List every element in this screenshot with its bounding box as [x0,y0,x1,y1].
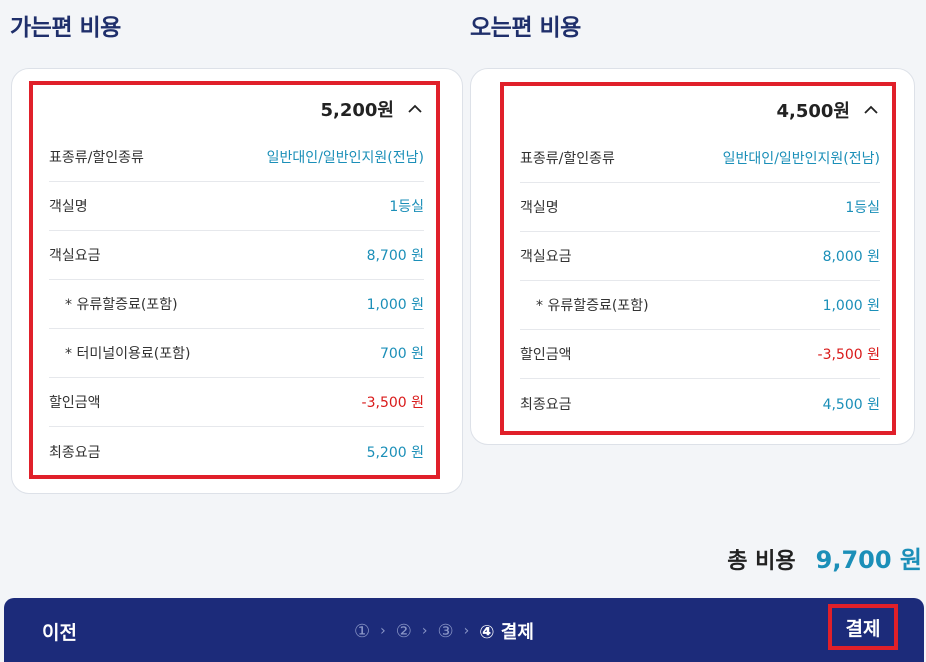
row-label: * 유류할증료(포함) [65,297,178,313]
total-cost: 총 비용 9,700 원 [727,540,922,575]
row-value: 1,000 원 [366,297,424,313]
fare-row-fuel-surcharge: * 유류할증료(포함) 1,000 원 [49,280,424,329]
bottom-nav-bar: 이전 ① › ② › ③ › ④ 결제 결제 [4,598,924,662]
prev-button[interactable]: 이전 [42,618,77,645]
row-label: * 유류할증료(포함) [536,298,649,314]
outbound-fare-detail: 5,200원 표종류/할인종류 일반대인/일반인지원(전남) 객실명 1등실 객실요… [29,81,440,479]
row-label: 표종류/할인종류 [520,151,615,167]
step-4-payment: ④ 결제 [479,622,534,643]
pay-button[interactable]: 결제 [828,604,898,650]
inbound-fare-detail: 4,500원 표종류/할인종류 일반대인/일반인지원(전남) 객실명 1등실 객실요… [500,82,896,435]
row-value: 일반대인/일반인지원(전남) [266,150,424,166]
row-value: 8,700 원 [366,248,424,264]
fare-row-discount: 할인금액 -3,500 원 [520,330,880,379]
row-label: 할인금액 [49,395,101,411]
row-value: 700 원 [379,346,424,362]
inbound-amount: 4,500원 [776,101,851,122]
fare-row-terminal-fee: * 터미널이용료(포함) 700 원 [49,329,424,378]
row-label: * 터미널이용료(포함) [65,346,191,362]
step-indicator: ① › ② › ③ › ④ 결제 [354,618,534,644]
row-value: 1,000 원 [822,298,880,314]
row-label: 객실명 [520,200,559,216]
chevron-right-icon: › [380,623,386,639]
row-value: 1등실 [389,199,424,215]
row-value: 4,500 원 [822,396,880,413]
row-label: 최종요금 [520,396,572,413]
fare-row-room-fare: 객실요금 8,000 원 [520,232,880,281]
row-value: -3,500 원 [361,395,424,411]
row-value: 5,200 원 [366,444,424,461]
fare-row-final: 최종요금 5,200 원 [49,427,424,476]
chevron-up-icon[interactable] [406,100,424,118]
row-value: 8,000 원 [822,249,880,265]
step-2: ② [395,620,412,642]
fare-row-room: 객실명 1등실 [49,182,424,231]
row-label: 최종요금 [49,444,101,461]
row-label: 객실요금 [520,249,572,265]
inbound-title: 오는편 비용 [470,15,581,41]
chevron-up-icon[interactable] [862,101,880,119]
fare-row-room: 객실명 1등실 [520,183,880,232]
fare-row-ticket-type: 표종류/할인종류 일반대인/일반인지원(전남) [520,134,880,183]
fare-row-final: 최종요금 4,500 원 [520,379,880,428]
row-label: 표종류/할인종류 [49,150,144,166]
step-3: ③ [437,620,454,642]
fare-row-room-fare: 객실요금 8,700 원 [49,231,424,280]
outbound-fare-header[interactable]: 5,200원 [33,85,436,133]
row-label: 할인금액 [520,347,572,363]
row-value: 일반대인/일반인지원(전남) [722,151,880,167]
row-label: 객실명 [49,199,88,215]
chevron-right-icon: › [421,623,428,639]
chevron-right-icon: › [463,623,470,639]
row-value: -3,500 원 [817,347,880,363]
fare-row-discount: 할인금액 -3,500 원 [49,378,424,427]
fare-row-fuel-surcharge: * 유류할증료(포함) 1,000 원 [520,281,880,330]
total-label: 총 비용 [727,549,796,574]
outbound-title: 가는편 비용 [10,15,121,41]
step-1: ① [354,620,371,642]
fare-row-ticket-type: 표종류/할인종류 일반대인/일반인지원(전남) [49,133,424,182]
row-label: 객실요금 [49,248,101,264]
inbound-fare-header[interactable]: 4,500원 [504,86,892,134]
outbound-amount: 5,200원 [320,100,395,121]
total-value: 9,700 원 [815,546,922,574]
row-value: 1등실 [845,200,880,216]
